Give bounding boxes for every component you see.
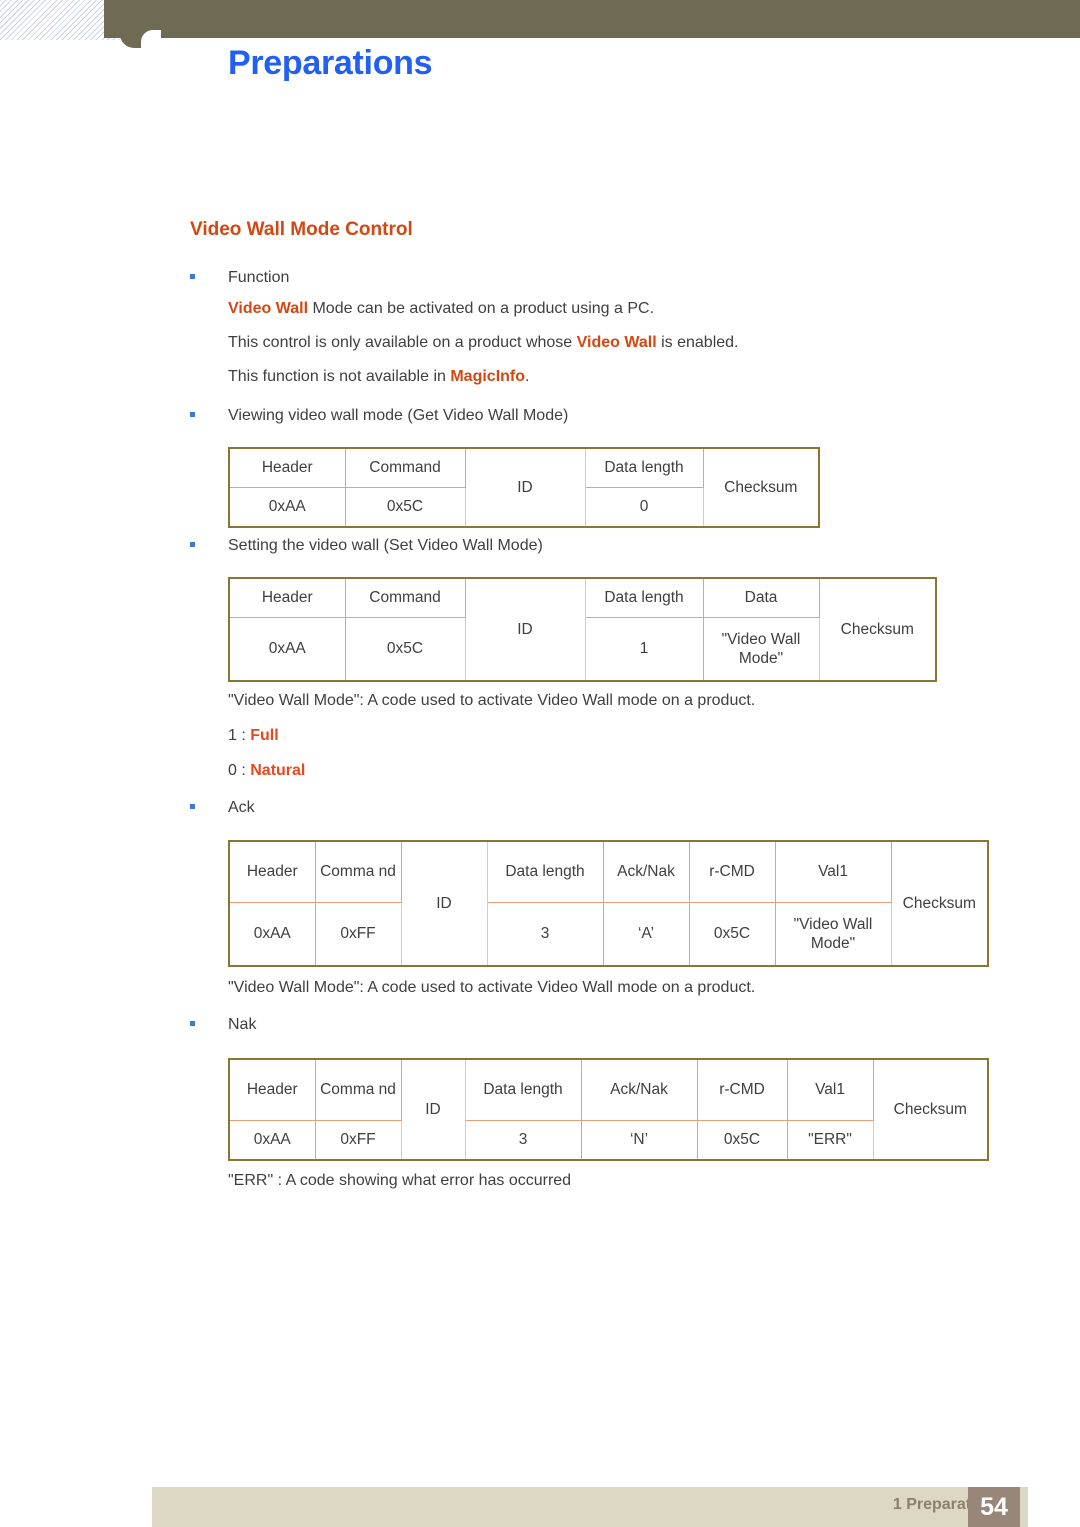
cell-command-label: Command [344, 447, 466, 488]
cell-command-value: 0x5C [344, 487, 466, 528]
cell-datalength-label: Data length [464, 1058, 582, 1121]
cell-datalength-label: Data length [584, 577, 704, 618]
cell-acknak-value: ‘N’ [580, 1120, 698, 1161]
bullet-label-setting: Setting the video wall (Set Video Wall M… [228, 537, 543, 554]
cell-header-value: 0xAA [228, 902, 316, 967]
cell-id-label: ID [400, 840, 488, 967]
table-ack: Header Comma nd ID Data length Ack/Nak r… [228, 840, 989, 967]
table-row: Header Command ID Data length Checksum [228, 447, 820, 528]
cell-data-label: Data [702, 577, 820, 618]
cell-datalength-value: 1 [584, 617, 704, 682]
paragraph-function-line1: Video Wall Mode can be activated on a pr… [228, 300, 654, 318]
cell-datalength-label: Data length [486, 840, 604, 903]
cell-checksum-label: Checksum [890, 840, 989, 967]
table-row: Header Command ID Data length Data Check… [228, 577, 937, 682]
cell-command-value: 0xFF [314, 902, 402, 967]
bullet-item-setting: Setting the video wall (Set Video Wall M… [190, 537, 543, 555]
cell-checksum-label: Checksum [872, 1058, 989, 1161]
cell-header-label: Header [228, 840, 316, 903]
bullet-dot-icon [190, 803, 195, 809]
cell-id-label: ID [464, 577, 586, 682]
bullet-label-ack: Ack [228, 799, 255, 816]
inline-highlight-video-wall: Video Wall [228, 300, 309, 317]
inline-highlight-magicinfo: MagicInfo [450, 368, 526, 385]
table-nak: Header Comma nd ID Data length Ack/Nak r… [228, 1058, 989, 1161]
cell-checksum-label: Checksum [702, 447, 820, 528]
code-mapping-full-label: 1 : [228, 727, 251, 744]
bullet-dot-icon [190, 1020, 195, 1026]
header-olive-bar [104, 0, 1080, 38]
note-err-code: "ERR" : A code showing what error has oc… [228, 1172, 572, 1189]
cell-header-label: Header [228, 1058, 316, 1121]
cell-id-label: ID [400, 1058, 466, 1161]
bullet-label-nak: Nak [228, 1016, 257, 1033]
cell-datalength-value: 3 [486, 902, 604, 967]
cell-val1-value: "ERR" [786, 1120, 874, 1161]
table-set-video-wall-mode: Header Command ID Data length Data Check… [228, 577, 937, 682]
cell-command-value: 0x5C [344, 617, 466, 682]
note-video-wall-mode-ack: "Video Wall Mode": A code used to activa… [228, 979, 756, 996]
bullet-label-function: Function [228, 269, 290, 286]
note-video-wall-mode-set: "Video Wall Mode": A code used to activa… [228, 692, 756, 709]
bullet-dot-icon [190, 411, 195, 417]
cell-rcmd-label: r-CMD [688, 840, 776, 903]
cell-checksum-label: Checksum [818, 577, 937, 682]
cell-header-value: 0xAA [228, 487, 346, 528]
bullet-item-nak: Nak [190, 1016, 256, 1034]
paragraph-function-line1-rest: Mode can be activated on a product using… [308, 300, 655, 317]
cell-id-label: ID [464, 447, 586, 528]
bullet-item-viewing: Viewing video wall mode (Get Video Wall … [190, 407, 568, 425]
cell-acknak-label: Ack/Nak [580, 1058, 698, 1121]
cell-header-value: 0xAA [228, 617, 346, 682]
page-header [0, 0, 1080, 50]
bullet-label-viewing: Viewing video wall mode (Get Video Wall … [228, 407, 569, 424]
cell-data-value: "Video Wall Mode" [702, 617, 820, 682]
paragraph-function-line3-a: This function is not available in [228, 368, 451, 385]
bullet-dot-icon [190, 273, 195, 279]
code-mapping-full-value: Full [250, 727, 279, 744]
cell-datalength-label: Data length [584, 447, 704, 488]
cell-command-value: 0xFF [314, 1120, 402, 1161]
table-row: Header Comma nd ID Data length Ack/Nak r… [228, 1058, 989, 1161]
footer-page-number: 54 [980, 1493, 1008, 1521]
table-row: 0xAA 0xFF 3 ‘A’ 0x5C "Video Wall Mode" [228, 902, 988, 967]
cell-command-label: Comma nd [314, 1058, 402, 1121]
header-notch-cutout [141, 30, 161, 50]
cell-val1-value: "Video Wall Mode" [774, 902, 892, 967]
code-mapping-natural-label: 0 : [228, 762, 251, 779]
paragraph-function-line3: This function is not available in MagicI… [228, 368, 529, 386]
paragraph-function-line3-c: . [525, 368, 530, 385]
cell-val1-label: Val1 [786, 1058, 874, 1121]
page-title: Preparations [228, 44, 433, 82]
inline-highlight-video-wall-2: Video Wall [576, 334, 657, 351]
cell-val1-label: Val1 [774, 840, 892, 903]
bullet-item-function: Function [190, 269, 289, 287]
cell-datalength-value: 3 [464, 1120, 582, 1161]
cell-command-label: Comma nd [314, 840, 402, 903]
cell-header-value: 0xAA [228, 1120, 316, 1161]
cell-acknak-label: Ack/Nak [602, 840, 690, 903]
code-mapping-natural-value: Natural [250, 762, 306, 779]
cell-rcmd-label: r-CMD [696, 1058, 788, 1121]
cell-rcmd-value: 0x5C [688, 902, 776, 967]
table-row: Header Comma nd ID Data length Ack/Nak r… [228, 840, 989, 967]
cell-rcmd-value: 0x5C [696, 1120, 788, 1161]
cell-datalength-value: 0 [584, 487, 704, 528]
paragraph-function-line2: This control is only available on a prod… [228, 334, 739, 352]
paragraph-function-line2-a: This control is only available on a prod… [228, 334, 577, 351]
cell-header-label: Header [228, 447, 346, 488]
bullet-item-ack: Ack [190, 799, 255, 817]
code-mapping-full: 1 : Full [228, 727, 279, 745]
bullet-dot-icon [190, 541, 195, 547]
cell-acknak-value: ‘A’ [602, 902, 690, 967]
cell-header-label: Header [228, 577, 346, 618]
cell-command-label: Command [344, 577, 466, 618]
code-mapping-natural: 0 : Natural [228, 762, 305, 780]
table-get-video-wall-mode: Header Command ID Data length Checksum 0… [228, 447, 820, 528]
section-heading: Video Wall Mode Control [190, 219, 413, 240]
paragraph-function-line2-c: is enabled. [656, 334, 739, 351]
